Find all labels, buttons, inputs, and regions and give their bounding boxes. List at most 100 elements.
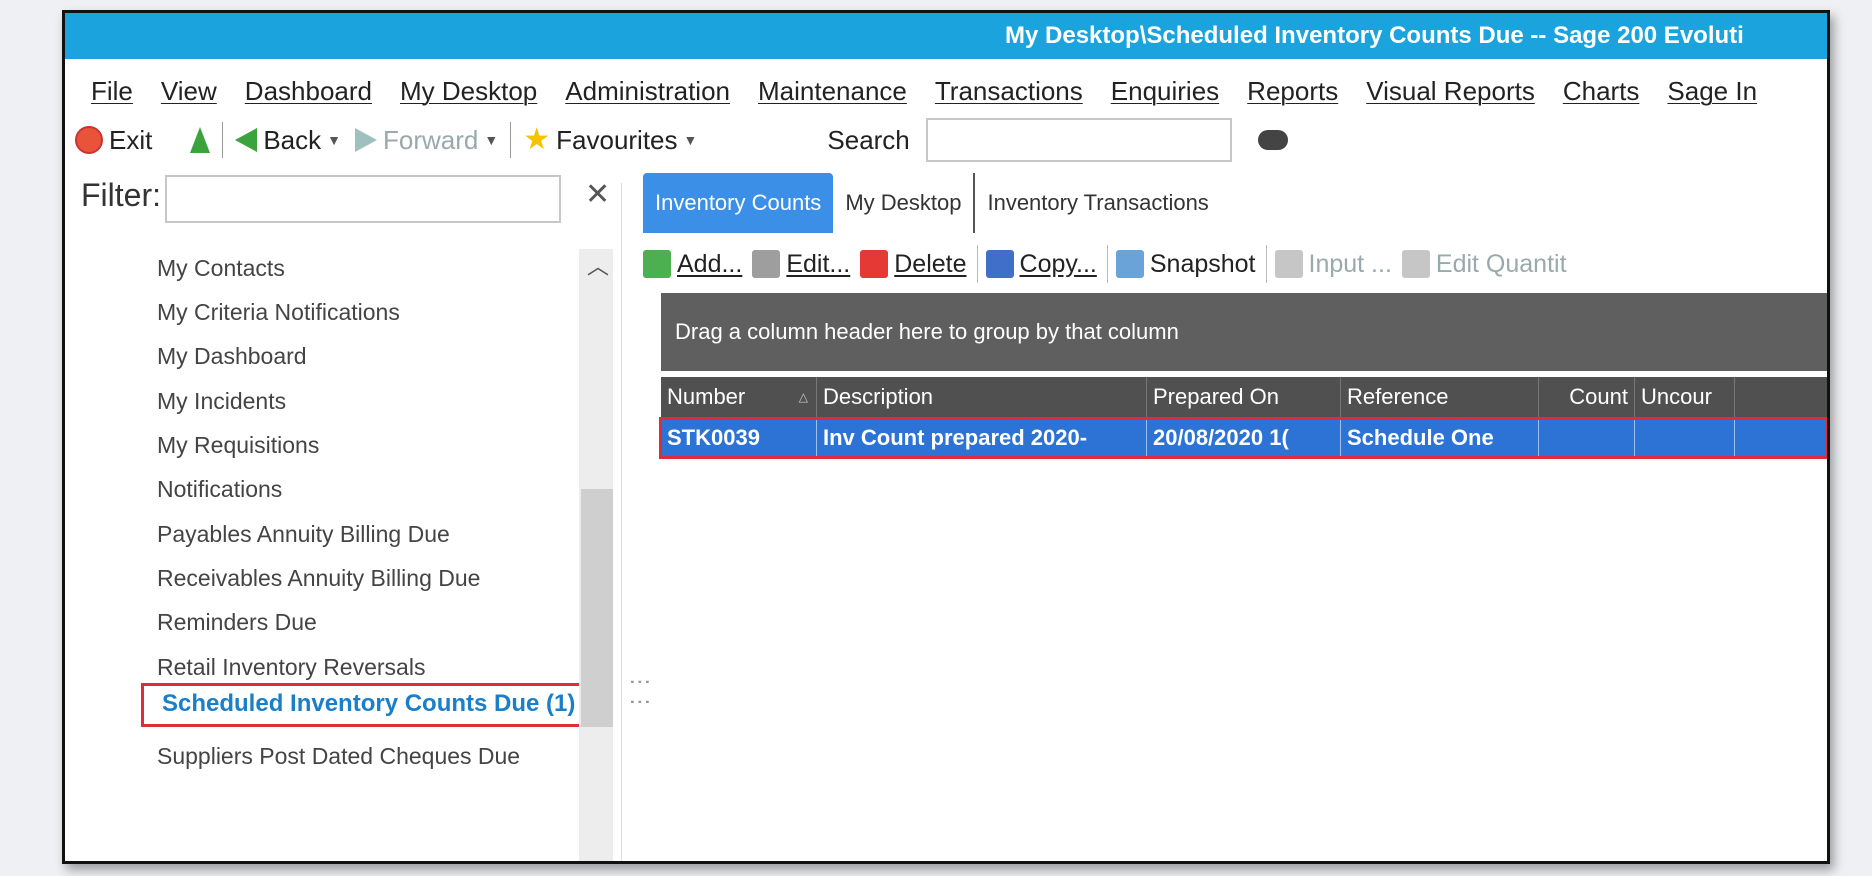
cell-number: STK0039: [661, 419, 817, 457]
filter-input[interactable]: [165, 175, 561, 223]
power-icon: [75, 126, 103, 154]
snapshot-label: Snapshot: [1149, 249, 1256, 278]
edit-button[interactable]: Edit...: [752, 250, 850, 279]
nav-item-payables-annuity-billing-due[interactable]: Payables Annuity Billing Due: [157, 521, 450, 548]
delete-icon: [860, 250, 889, 278]
toolbar-separator: [1265, 245, 1267, 283]
navigation-panel: Filter: ✕ My Contacts My Criteria Notifi…: [65, 163, 643, 861]
tab-inventory-transactions[interactable]: Inventory Transactions: [975, 173, 1220, 233]
up-arrow-icon: [190, 127, 211, 153]
nav-item-receivables-annuity-billing-due[interactable]: Receivables Annuity Billing Due: [157, 565, 480, 592]
chevron-down-icon: ▼: [683, 132, 698, 148]
delete-button[interactable]: Delete: [860, 250, 967, 279]
add-label: Add...: [677, 249, 743, 278]
search-label: Search: [827, 124, 910, 155]
search-input[interactable]: [925, 118, 1232, 162]
menu-transactions[interactable]: Transactions: [935, 76, 1083, 107]
title-bar: My Desktop\Scheduled Inventory Counts Du…: [65, 13, 1827, 59]
nav-item-my-dashboard[interactable]: My Dashboard: [157, 343, 307, 370]
panel-splitter[interactable]: [621, 183, 642, 861]
snapshot-icon: [1115, 250, 1144, 278]
cell-description: Inv Count prepared 2020-: [817, 419, 1147, 457]
chevron-up-icon[interactable]: ︿: [587, 249, 609, 281]
edit-quantity-button[interactable]: Edit Quantit: [1401, 249, 1567, 279]
star-icon: ★: [523, 123, 551, 156]
nav-item-retail-inventory-reversals[interactable]: Retail Inventory Reversals: [157, 654, 425, 681]
column-header-number[interactable]: Number △: [661, 377, 817, 417]
nav-item-suppliers-post-dated-cheques-due[interactable]: Suppliers Post Dated Cheques Due: [157, 743, 520, 770]
edit-quantity-label: Edit Quantit: [1435, 249, 1567, 278]
chevron-down-icon[interactable]: ▼: [327, 132, 341, 148]
nav-item-scheduled-inventory-counts-due[interactable]: Scheduled Inventory Counts Due (1): [141, 683, 595, 727]
table-row[interactable]: STK0039 Inv Count prepared 2020- 20/08/2…: [659, 417, 1827, 459]
tab-strip: Inventory Counts My Desktop Inventory Tr…: [643, 173, 1221, 233]
toolbar-separator: [510, 122, 512, 158]
content-panel: Inventory Counts My Desktop Inventory Tr…: [643, 163, 1827, 861]
menu-charts[interactable]: Charts: [1563, 76, 1640, 107]
forward-button[interactable]: Forward ▼: [355, 125, 498, 156]
sort-ascending-icon: △: [798, 390, 808, 404]
toolbar-separator: [1106, 245, 1108, 283]
back-arrow-icon: [235, 128, 258, 152]
column-header-description[interactable]: Description: [817, 377, 1147, 417]
add-button[interactable]: Add...: [643, 250, 742, 279]
grid-header-row: Number △ Description Prepared On Referen…: [661, 377, 1827, 417]
menu-sage-intelligence[interactable]: Sage In: [1667, 76, 1757, 107]
cell-uncounted: [1635, 419, 1735, 457]
column-header-count[interactable]: Count: [1539, 377, 1635, 417]
menu-file[interactable]: File: [91, 76, 133, 107]
menu-bar: File View Dashboard My Desktop Administr…: [65, 69, 1827, 113]
exit-button[interactable]: Exit: [75, 125, 152, 156]
tab-inventory-counts[interactable]: Inventory Counts: [643, 173, 834, 233]
toolbar-separator: [222, 122, 224, 158]
cell-count: [1539, 419, 1635, 457]
menu-dashboard[interactable]: Dashboard: [245, 76, 372, 107]
input-label: Input ...: [1308, 249, 1392, 278]
nav-item-my-criteria-notifications[interactable]: My Criteria Notifications: [157, 299, 400, 326]
menu-view[interactable]: View: [161, 76, 217, 107]
navigation-list: My Contacts My Criteria Notifications My…: [65, 243, 613, 861]
chevron-down-icon[interactable]: ▼: [484, 132, 498, 148]
tab-my-desktop[interactable]: My Desktop: [833, 173, 976, 233]
snapshot-button[interactable]: Snapshot: [1115, 249, 1256, 279]
edit-label: Edit...: [786, 249, 851, 278]
data-grid: Drag a column header here to group by th…: [659, 293, 1827, 861]
forward-label: Forward: [383, 124, 479, 155]
exit-label: Exit: [109, 124, 153, 155]
action-toolbar: Add... Edit... Delete Copy... Snapshot I…: [643, 239, 1827, 289]
column-header-prepared-on[interactable]: Prepared On: [1147, 377, 1341, 417]
up-button[interactable]: [190, 127, 211, 153]
filter-label: Filter:: [81, 177, 161, 213]
binoculars-icon[interactable]: [1257, 130, 1288, 150]
menu-visual-reports[interactable]: Visual Reports: [1366, 76, 1535, 107]
menu-enquiries[interactable]: Enquiries: [1111, 76, 1219, 107]
input-button[interactable]: Input ...: [1274, 249, 1392, 279]
favourites-label: Favourites: [556, 124, 678, 155]
back-button[interactable]: Back ▼: [235, 125, 341, 156]
column-header-reference[interactable]: Reference: [1341, 377, 1539, 417]
search-group: Search: [827, 118, 1288, 162]
nav-item-my-requisitions[interactable]: My Requisitions: [157, 432, 319, 459]
nav-item-my-incidents[interactable]: My Incidents: [157, 388, 286, 415]
menu-reports[interactable]: Reports: [1247, 76, 1338, 107]
column-header-uncounted[interactable]: Uncour: [1635, 377, 1735, 417]
copy-button[interactable]: Copy...: [985, 250, 1097, 279]
favourites-button[interactable]: ★ Favourites ▼: [523, 125, 697, 156]
menu-maintenance[interactable]: Maintenance: [758, 76, 907, 107]
nav-item-notifications[interactable]: Notifications: [157, 476, 282, 503]
pen-icon: [1274, 250, 1303, 278]
cell-reference: Schedule One: [1341, 419, 1539, 457]
menu-my-desktop[interactable]: My Desktop: [400, 76, 537, 107]
menu-administration[interactable]: Administration: [565, 76, 730, 107]
nav-item-my-contacts[interactable]: My Contacts: [157, 255, 285, 282]
toolbar-separator: [976, 245, 978, 283]
close-icon[interactable]: ✕: [585, 177, 610, 212]
back-label: Back: [263, 124, 322, 155]
edit-quantity-icon: [1401, 250, 1430, 278]
nav-item-reminders-due[interactable]: Reminders Due: [157, 609, 317, 636]
column-header-label: Number: [667, 384, 746, 409]
splitter-grip-icon[interactable]: ⋮⋮: [627, 671, 653, 711]
group-by-area[interactable]: Drag a column header here to group by th…: [661, 293, 1827, 371]
edit-icon: [752, 250, 781, 278]
scrollbar-thumb[interactable]: [581, 489, 613, 727]
